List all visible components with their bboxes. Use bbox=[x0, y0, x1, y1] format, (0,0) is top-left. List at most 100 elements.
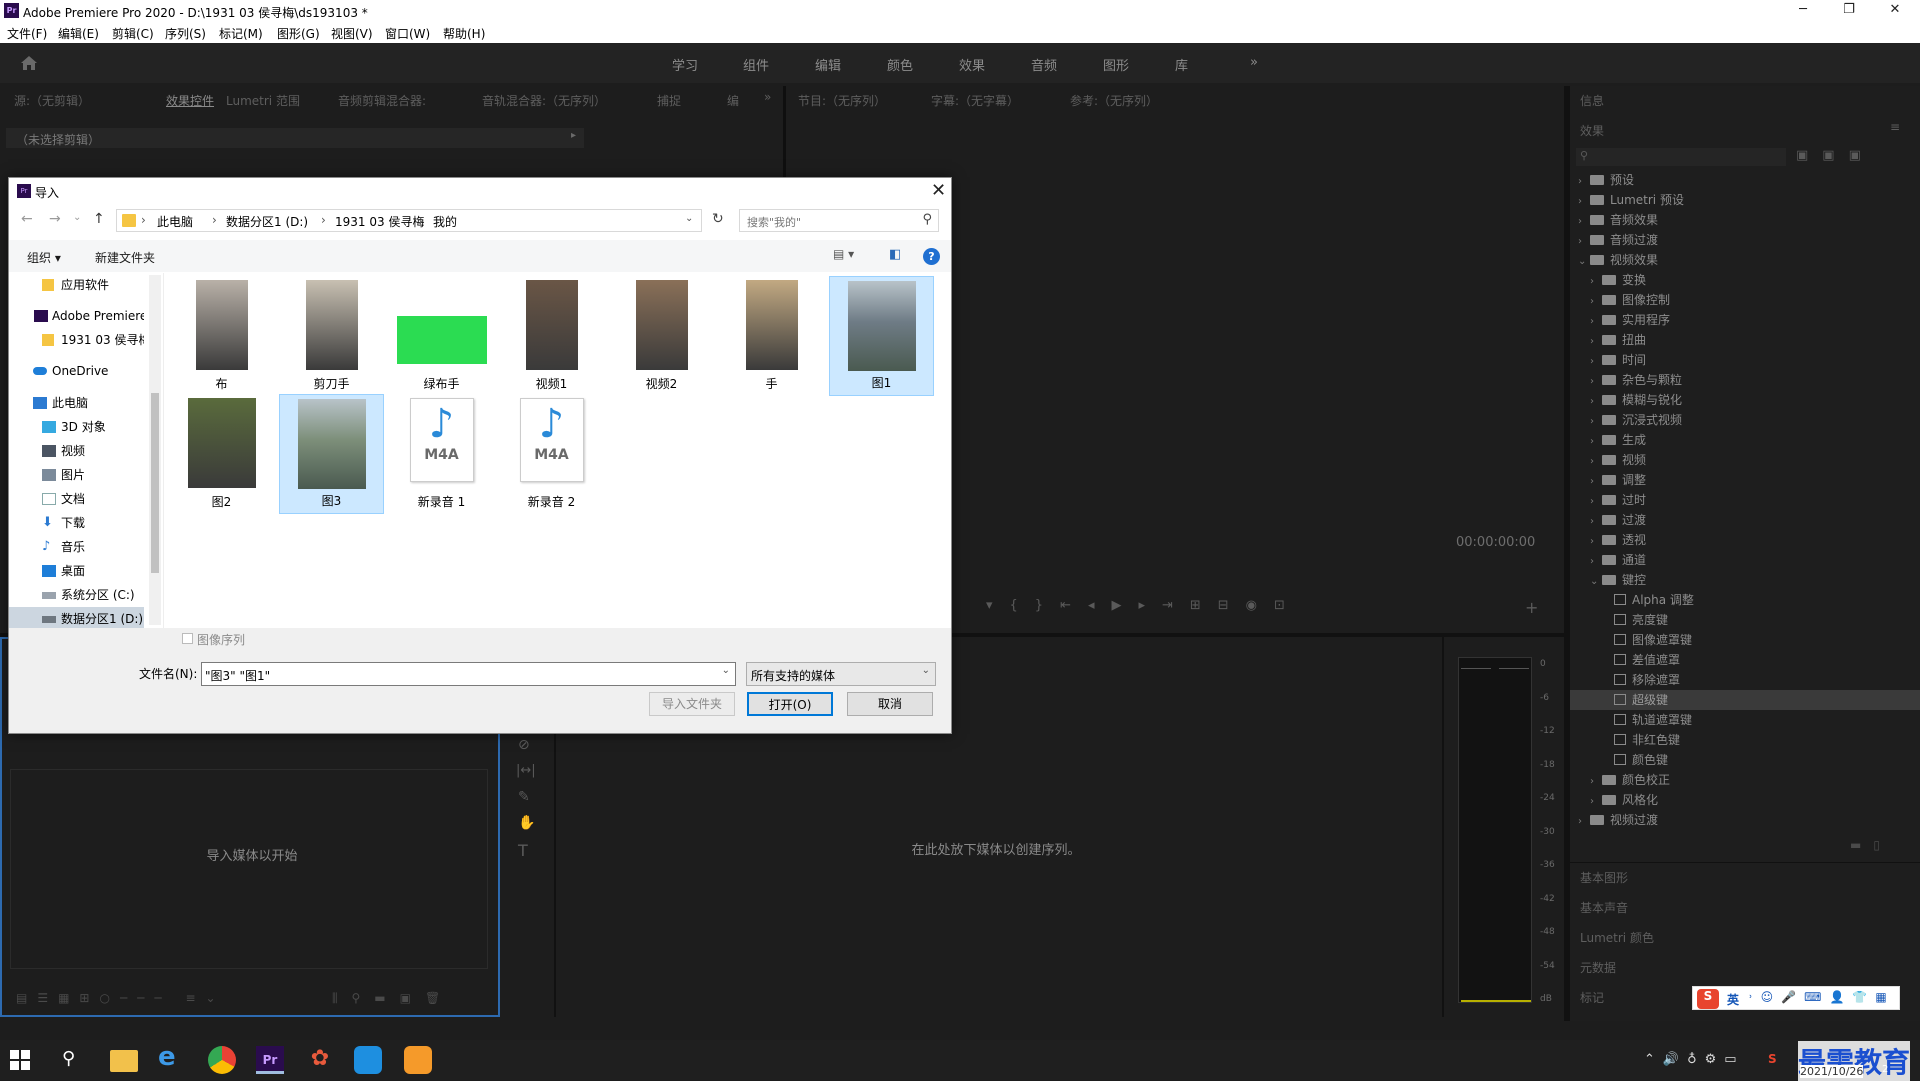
breadcrumb-drive-d[interactable]: 数据分区1 (D:) bbox=[226, 213, 308, 230]
effect-item[interactable]: 轨道遮罩键 bbox=[1570, 710, 1920, 730]
tab-edit[interactable]: 编 bbox=[727, 92, 739, 109]
workspace-assembly[interactable]: 组件 bbox=[743, 55, 769, 74]
file-tile[interactable]: 绿布手 bbox=[389, 276, 494, 396]
organize-button[interactable]: 组织 ▾ bbox=[27, 249, 61, 266]
image-sequence-checkbox[interactable] bbox=[182, 633, 193, 644]
effect-item[interactable]: 超级键 bbox=[1570, 690, 1920, 710]
nav-item-music[interactable]: ♪ 音乐 bbox=[9, 535, 144, 559]
effect-folder[interactable]: › 沉浸式视频 bbox=[1570, 410, 1920, 430]
nav-item-this-pc[interactable]: 此电脑 bbox=[9, 391, 144, 415]
effect-folder[interactable]: › 变换 bbox=[1570, 270, 1920, 290]
tab-capture[interactable]: 捕捉 bbox=[657, 92, 681, 109]
more-tabs-icon[interactable]: » bbox=[764, 90, 771, 104]
up-arrow-icon[interactable]: ↑ bbox=[93, 211, 105, 227]
effect-folder[interactable]: › 过渡 bbox=[1570, 510, 1920, 530]
home-icon[interactable] bbox=[20, 55, 38, 71]
workspace-effects[interactable]: 效果 bbox=[959, 55, 985, 74]
nav-item-onedrive[interactable]: OneDrive bbox=[9, 359, 144, 383]
panel-essential-graphics[interactable]: 基本图形 bbox=[1580, 869, 1628, 886]
preview-pane-icon[interactable]: ◧ bbox=[889, 247, 901, 262]
effect-folder[interactable]: › 时间 bbox=[1570, 350, 1920, 370]
open-button[interactable]: 打开(O) bbox=[747, 692, 833, 716]
nav-item-desktop[interactable]: 桌面 bbox=[9, 559, 144, 583]
file-tile[interactable]: 视频1 bbox=[499, 276, 604, 396]
close-icon[interactable]: ✕ bbox=[931, 180, 946, 201]
project-footer-actions[interactable]: ⫼⚲▬▣🗑 bbox=[332, 991, 454, 1006]
ime-language[interactable]: 英 bbox=[1727, 991, 1739, 1008]
effect-folder[interactable]: › Lumetri 预设 bbox=[1570, 190, 1920, 210]
effect-item[interactable]: Alpha 调整 bbox=[1570, 590, 1920, 610]
workspace-audio[interactable]: 音频 bbox=[1031, 55, 1057, 74]
minimize-button[interactable]: ─ bbox=[1780, 0, 1826, 22]
effect-folder[interactable]: › 图像控制 bbox=[1570, 290, 1920, 310]
effect-folder[interactable]: › 颜色校正 bbox=[1570, 770, 1920, 790]
panel-menu-icon[interactable]: ≡ bbox=[1890, 120, 1900, 134]
file-tile[interactable]: 视频2 bbox=[609, 276, 714, 396]
transport-controls[interactable]: ▾{}⇤◂▶▸⇥⊞⊟◉⊡ bbox=[986, 598, 1386, 618]
type-tool-icon[interactable]: T bbox=[518, 841, 528, 860]
effect-folder[interactable]: › 风格化 bbox=[1570, 790, 1920, 810]
nav-item-project-folder[interactable]: 1931 03 侯寻梅 bbox=[9, 328, 144, 352]
file-explorer-icon[interactable] bbox=[110, 1050, 138, 1072]
panel-metadata[interactable]: 元数据 bbox=[1580, 959, 1616, 976]
notification-badge[interactable]: 2 bbox=[1882, 1064, 1888, 1075]
menu-view[interactable]: 视图(V) bbox=[331, 25, 373, 42]
tab-lumetri-scopes[interactable]: Lumetri 范围 bbox=[226, 92, 300, 109]
view-options-icon[interactable]: ▤ ▾ bbox=[833, 247, 854, 261]
effects-tab[interactable]: 效果 bbox=[1580, 122, 1604, 139]
tab-captions[interactable]: 字幕:（无字幕） bbox=[931, 92, 1019, 109]
effect-folder[interactable]: › 音频效果 bbox=[1570, 210, 1920, 230]
nav-item-3d-objects[interactable]: 3D 对象 bbox=[9, 415, 144, 439]
effect-folder[interactable]: ⌄ 视频效果 bbox=[1570, 250, 1920, 270]
effect-folder[interactable]: ⌄ 键控 bbox=[1570, 570, 1920, 590]
pen-tool-icon[interactable]: ✎ bbox=[518, 789, 530, 805]
effect-folder[interactable]: › 调整 bbox=[1570, 470, 1920, 490]
effect-folder[interactable]: › 透视 bbox=[1570, 530, 1920, 550]
tab-reference[interactable]: 参考:（无序列） bbox=[1070, 92, 1158, 109]
forward-arrow-icon[interactable]: → bbox=[49, 211, 61, 227]
tab-effect-controls[interactable]: 效果控件 bbox=[166, 92, 214, 109]
effect-folder[interactable]: › 实用程序 bbox=[1570, 310, 1920, 330]
effect-folder[interactable]: › 生成 bbox=[1570, 430, 1920, 450]
effect-folder[interactable]: › 模糊与锐化 bbox=[1570, 390, 1920, 410]
effect-folder[interactable]: › 音频过渡 bbox=[1570, 230, 1920, 250]
search-icon[interactable]: ⚲ bbox=[62, 1048, 90, 1076]
effect-item[interactable]: 非红色键 bbox=[1570, 730, 1920, 750]
menu-window[interactable]: 窗口(W) bbox=[385, 25, 430, 42]
system-tray-icons[interactable]: ⌃🔊♁⚙▭ bbox=[1644, 1052, 1745, 1067]
tab-audio-track-mixer[interactable]: 音轨混合器:（无序列） bbox=[482, 92, 606, 109]
slide-tool-icon[interactable]: |↔| bbox=[516, 763, 536, 778]
workspace-editing[interactable]: 编辑 bbox=[815, 55, 841, 74]
import-folder-button[interactable]: 导入文件夹 bbox=[649, 692, 735, 716]
file-tile[interactable]: 布 bbox=[169, 276, 274, 396]
breadcrumb-this-pc[interactable]: 此电脑 bbox=[157, 213, 193, 230]
ime-tool-icons[interactable]: ˒☺🎤⌨👤👕▦ bbox=[1749, 990, 1895, 1004]
file-tile[interactable]: 图2 bbox=[169, 394, 274, 514]
nav-item-downloads[interactable]: ⬇ 下载 bbox=[9, 511, 144, 535]
slip-tool-icon[interactable]: ⊘ bbox=[518, 737, 530, 753]
menu-file[interactable]: 文件(F) bbox=[7, 25, 47, 42]
menu-edit[interactable]: 编辑(E) bbox=[58, 25, 99, 42]
app-icon[interactable] bbox=[354, 1046, 382, 1074]
recent-locations-chevron-icon[interactable]: ⌄ bbox=[73, 212, 81, 223]
effect-item[interactable]: 颜色键 bbox=[1570, 750, 1920, 770]
ime-toolbar[interactable]: S 英 ˒☺🎤⌨👤👕▦ bbox=[1692, 986, 1900, 1010]
maximize-button[interactable]: ❐ bbox=[1826, 0, 1872, 22]
effect-item[interactable]: 移除遮罩 bbox=[1570, 670, 1920, 690]
menu-graphics[interactable]: 图形(G) bbox=[277, 25, 320, 42]
file-tile[interactable]: 剪刀手 bbox=[279, 276, 384, 396]
search-field[interactable]: 搜索"我的" ⚲ bbox=[739, 209, 939, 232]
panel-lumetri-color[interactable]: Lumetri 颜色 bbox=[1580, 929, 1654, 946]
close-button[interactable]: ✕ bbox=[1872, 0, 1918, 22]
clip-selector[interactable]: （未选择剪辑） ▸ bbox=[6, 128, 584, 148]
help-icon[interactable]: ? bbox=[923, 248, 940, 265]
refresh-icon[interactable]: ↻ bbox=[712, 211, 724, 227]
filetype-select[interactable]: 所有支持的媒体 ⌄ bbox=[746, 662, 936, 686]
sogou-tray-icon[interactable]: S bbox=[1768, 1052, 1777, 1066]
tab-source[interactable]: 源:（无剪辑） bbox=[14, 92, 90, 109]
cancel-button[interactable]: 取消 bbox=[847, 692, 933, 716]
effects-search-input[interactable]: ⚲ bbox=[1576, 148, 1786, 166]
file-tile[interactable]: ♪ M4A 新录音 1 bbox=[389, 394, 494, 514]
tab-audio-clip-mixer[interactable]: 音频剪辑混合器: bbox=[338, 92, 426, 109]
chrome-icon[interactable] bbox=[208, 1046, 236, 1074]
